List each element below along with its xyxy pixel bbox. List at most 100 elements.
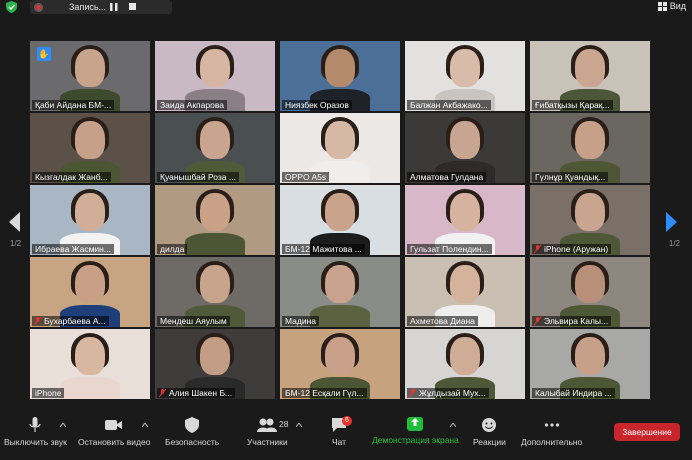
participant-name: БМ-12 Мажитова ... bbox=[282, 244, 365, 254]
video-options-caret[interactable] bbox=[142, 423, 148, 427]
participant-name: Кызгалдак Жанб... bbox=[32, 172, 111, 182]
participant-tile[interactable]: Ахметова Диана bbox=[405, 257, 525, 327]
more-dots-icon bbox=[544, 423, 559, 427]
muted-microphone-icon bbox=[409, 389, 416, 397]
participant-name: Жұлдызай Мух... bbox=[407, 388, 489, 398]
participants-icon bbox=[257, 418, 278, 432]
participant-tile[interactable]: Мадина bbox=[280, 257, 400, 327]
end-meeting-button[interactable]: Завершение bbox=[614, 423, 680, 441]
participant-name: Алматова Гулдана bbox=[407, 172, 487, 182]
raised-hand-icon: ✋ bbox=[37, 47, 51, 61]
stop-video-button[interactable]: Остановить видео bbox=[78, 417, 150, 447]
participant-tile[interactable]: Мендеш Аяулым bbox=[155, 257, 275, 327]
top-bar: Запись... Вид bbox=[0, 0, 692, 14]
participant-name: дилда bbox=[157, 244, 188, 254]
participant-tile[interactable]: Алматова Гулдана bbox=[405, 113, 525, 183]
audio-options-caret[interactable] bbox=[60, 423, 66, 427]
next-page-arrow[interactable] bbox=[664, 212, 678, 232]
participant-tile[interactable]: Алия Шакен Б... bbox=[155, 329, 275, 399]
view-label: Вид bbox=[669, 1, 686, 11]
participant-name: Ахметова Диана bbox=[407, 316, 478, 326]
share-screen-label: Демонстрация экрана bbox=[372, 435, 459, 445]
participant-name: Заида Акпарова bbox=[157, 100, 227, 110]
participant-name: Балжан Акбажако... bbox=[407, 100, 491, 110]
participant-name: Қаби Айдана БМ-... bbox=[32, 100, 115, 110]
stop-video-label: Остановить видео bbox=[78, 437, 151, 447]
microphone-icon bbox=[29, 417, 41, 432]
participant-name: iPhone (Аружан) bbox=[532, 244, 612, 254]
participant-tile[interactable]: Кызгалдак Жанб... bbox=[30, 113, 150, 183]
participant-tile[interactable]: OPPO A5s bbox=[280, 113, 400, 183]
participant-tile[interactable]: Балжан Акбажако... bbox=[405, 41, 525, 111]
security-label: Безопасность bbox=[165, 437, 220, 447]
participant-tile[interactable]: Қуанышбай Роза ... bbox=[155, 113, 275, 183]
share-screen-button[interactable]: Демонстрация экрана bbox=[372, 417, 459, 445]
gallery-grid: Қаби Айдана БМ-... Заида Акпарова Ниязбек … bbox=[30, 41, 652, 401]
record-icon bbox=[34, 2, 43, 12]
meeting-toolbar: Выключить звук Остановить видео Безопасн… bbox=[0, 411, 692, 460]
chat-unread-badge: 6 bbox=[342, 416, 352, 426]
recording-label: Запись... bbox=[69, 2, 107, 12]
recording-indicator: Запись... bbox=[30, 0, 172, 14]
participant-name: Ғибатқызы Қарақ... bbox=[532, 100, 613, 110]
participants-label: Участники bbox=[247, 437, 288, 447]
mute-button[interactable]: Выключить звук bbox=[4, 417, 67, 447]
participant-name: iPhone bbox=[32, 388, 65, 398]
participant-name: Гульзат Полендин... bbox=[407, 244, 492, 254]
security-shield-icon bbox=[185, 417, 200, 433]
pause-recording-button[interactable] bbox=[110, 3, 118, 11]
participant-name: OPPO A5s bbox=[282, 172, 330, 182]
reactions-button[interactable]: Реакции bbox=[473, 417, 506, 447]
participant-tile[interactable]: Ғибатқызы Қарақ... bbox=[530, 41, 650, 111]
mute-label: Выключить звук bbox=[4, 437, 67, 447]
participant-name: Калыбай Индира ... bbox=[532, 388, 615, 398]
participant-name: Мендеш Аяулым bbox=[157, 316, 230, 326]
zoom-meeting-window: Запись... Вид 1/2 1/2 Қаби Айдана БМ-...… bbox=[0, 0, 692, 460]
video-camera-icon bbox=[105, 420, 123, 430]
participant-tile[interactable]: Эльвира Калы... bbox=[530, 257, 650, 327]
participant-tile[interactable]: iPhone (Аружан) bbox=[530, 185, 650, 255]
page-indicator-right: 1/2 bbox=[668, 239, 680, 248]
shield-icon[interactable] bbox=[6, 1, 17, 13]
participant-tile[interactable]: Заида Акпарова bbox=[155, 41, 275, 111]
previous-page-arrow[interactable] bbox=[8, 212, 22, 232]
more-button[interactable]: Дополнительно bbox=[521, 417, 582, 447]
view-button[interactable]: Вид bbox=[657, 1, 686, 11]
share-screen-icon bbox=[407, 417, 424, 431]
muted-microphone-icon bbox=[534, 245, 541, 253]
muted-microphone-icon bbox=[34, 317, 41, 325]
more-label: Дополнительно bbox=[521, 437, 583, 447]
participant-tile[interactable]: Бухарбаева А... bbox=[30, 257, 150, 327]
participant-tile[interactable]: iPhone bbox=[30, 329, 150, 399]
participant-name: Ниязбек Оразов bbox=[282, 100, 352, 110]
page-indicator-left: 1/2 bbox=[10, 239, 22, 248]
participant-name: БМ-12 Есқали Гүл... bbox=[282, 388, 367, 398]
participant-name: Бухарбаева А... bbox=[32, 316, 109, 326]
participant-tile[interactable]: Ниязбек Оразов bbox=[280, 41, 400, 111]
participant-tile[interactable]: Жұлдызай Мух... bbox=[405, 329, 525, 399]
stop-recording-button[interactable] bbox=[129, 3, 136, 10]
participant-name: Қуанышбай Роза ... bbox=[157, 172, 239, 182]
muted-microphone-icon bbox=[159, 389, 166, 397]
participant-name: Алия Шакен Б... bbox=[157, 388, 236, 398]
participant-name: Эльвира Калы... bbox=[532, 316, 612, 326]
smiley-icon bbox=[482, 418, 497, 432]
security-button[interactable]: Безопасность bbox=[165, 417, 219, 447]
muted-microphone-icon bbox=[534, 317, 541, 325]
participant-tile[interactable]: Гульзат Полендин... bbox=[405, 185, 525, 255]
participant-name: Ибраева Жасмин... bbox=[32, 244, 114, 254]
participant-name: Мадина bbox=[282, 316, 320, 326]
participants-options-caret[interactable] bbox=[296, 423, 302, 427]
chat-label: Чат bbox=[331, 437, 347, 447]
participant-tile[interactable]: Калыбай Индира ... bbox=[530, 329, 650, 399]
participant-tile[interactable]: БМ-12 Есқали Гүл... bbox=[280, 329, 400, 399]
participant-tile[interactable]: БМ-12 Мажитова ... bbox=[280, 185, 400, 255]
participant-name: Гүлнұр Қуандық... bbox=[532, 172, 609, 182]
share-options-caret[interactable] bbox=[450, 423, 456, 427]
participant-tile[interactable]: Ибраева Жасмин... bbox=[30, 185, 150, 255]
participants-count: 28 bbox=[279, 419, 289, 429]
reactions-label: Реакции bbox=[473, 437, 506, 447]
participant-tile[interactable]: дилда bbox=[155, 185, 275, 255]
participant-tile[interactable]: Гүлнұр Қуандық... bbox=[530, 113, 650, 183]
grid-view-icon bbox=[657, 1, 667, 11]
